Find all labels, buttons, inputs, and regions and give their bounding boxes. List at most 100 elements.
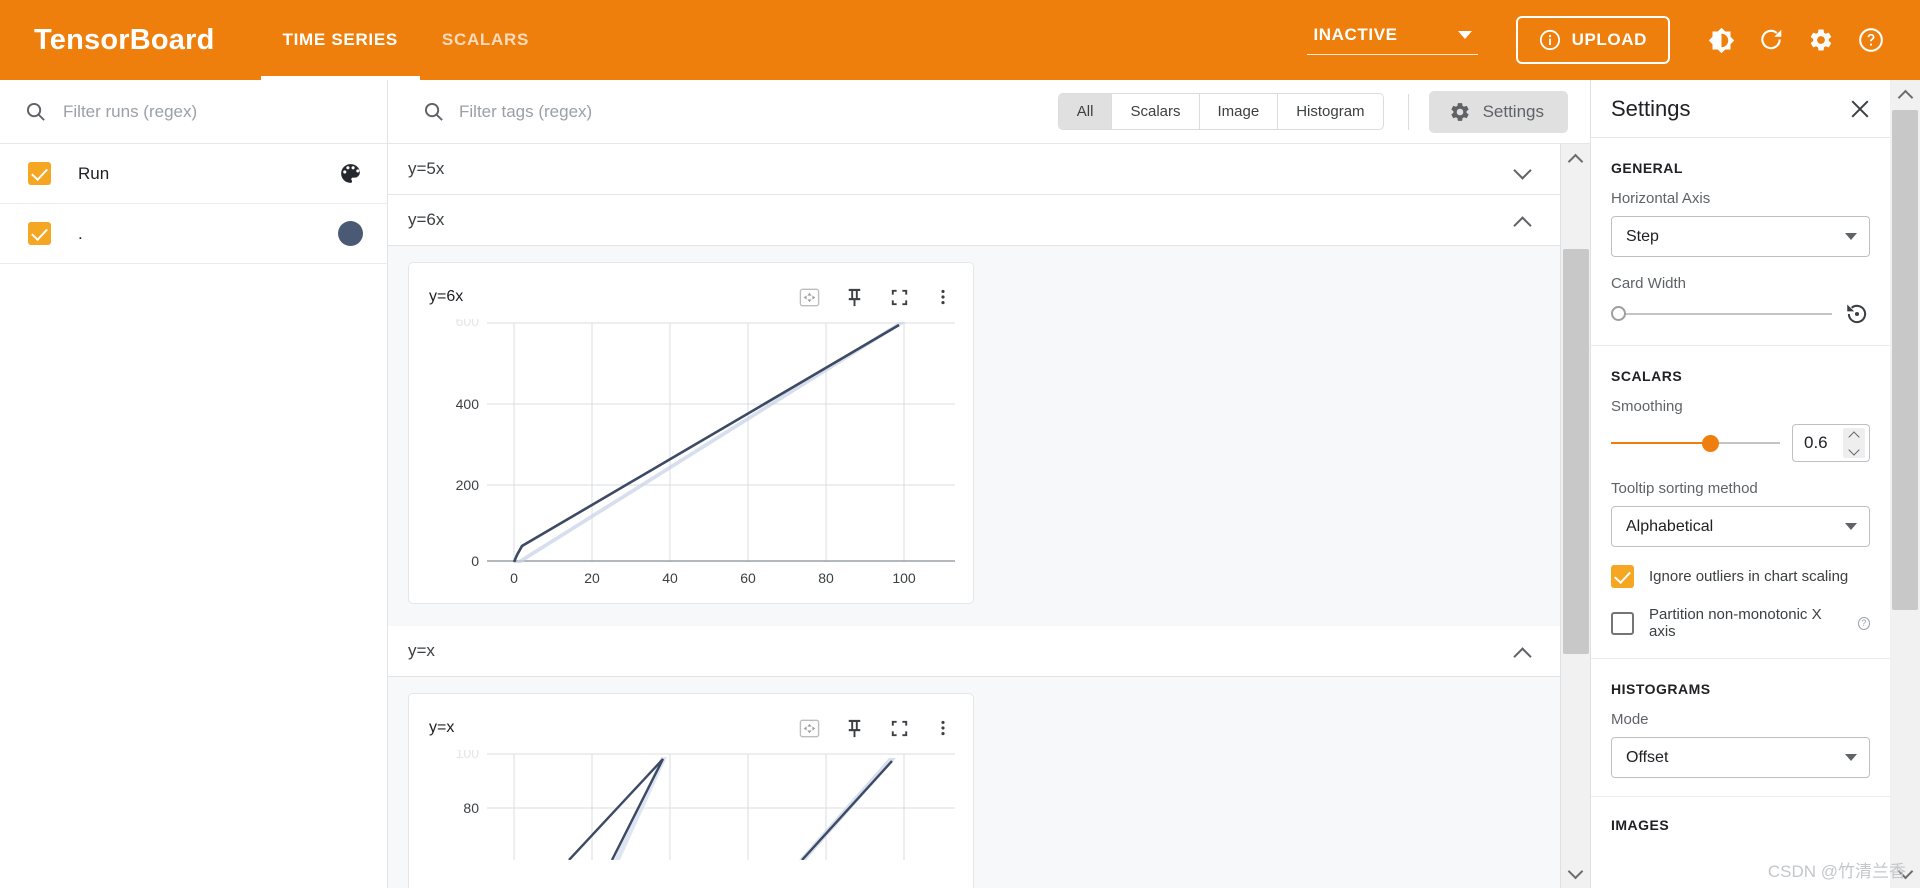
settings-toggle-button[interactable]: Settings bbox=[1428, 90, 1568, 133]
tab-scalars[interactable]: SCALARS bbox=[420, 0, 551, 80]
runs-sidebar: Run . bbox=[0, 80, 388, 888]
chevron-up-icon[interactable] bbox=[1515, 643, 1532, 660]
settings-scrollbar-track[interactable] bbox=[1890, 110, 1920, 858]
runs-filter-input[interactable] bbox=[63, 101, 363, 122]
chevron-down-icon bbox=[1845, 233, 1857, 240]
svg-text:0: 0 bbox=[471, 553, 479, 569]
svg-text:100: 100 bbox=[456, 750, 480, 761]
settings-scroll-up-button[interactable] bbox=[1890, 80, 1920, 110]
tab-time-series[interactable]: TIME SERIES bbox=[260, 0, 421, 80]
card-header: y=x bbox=[429, 710, 953, 746]
line-chart: 0 200 400 600 0 20 40 60 80 100 bbox=[456, 319, 955, 585]
color-swatch[interactable] bbox=[337, 221, 363, 246]
fullscreen-icon[interactable] bbox=[888, 717, 911, 740]
scrollbar-track[interactable] bbox=[1561, 174, 1591, 858]
brightness-icon[interactable] bbox=[1696, 15, 1746, 65]
chart-plot-y6x[interactable]: 0 200 400 600 0 20 40 60 80 100 bbox=[429, 319, 955, 585]
close-icon[interactable] bbox=[1848, 97, 1872, 121]
chart-plot-yx[interactable]: 80 100 bbox=[429, 750, 955, 888]
scalar-card-yx: y=x 80 100 bbox=[408, 693, 974, 888]
run-checkbox[interactable] bbox=[28, 222, 51, 245]
run-color-control[interactable] bbox=[313, 161, 387, 186]
reload-icon[interactable] bbox=[1746, 15, 1796, 65]
card-width-slider[interactable] bbox=[1611, 303, 1832, 325]
chevron-down-icon[interactable] bbox=[1848, 443, 1860, 456]
histogram-mode-value: Offset bbox=[1626, 748, 1669, 766]
horizontal-axis-label: Horizontal Axis bbox=[1611, 190, 1711, 207]
tags-filter-input[interactable] bbox=[459, 101, 1044, 122]
list-item[interactable]: . bbox=[0, 204, 387, 264]
scroll-down-button[interactable] bbox=[1561, 858, 1591, 888]
fullscreen-icon[interactable] bbox=[888, 286, 911, 309]
upload-button[interactable]: UPLOAD bbox=[1515, 16, 1670, 64]
svg-text:80: 80 bbox=[818, 570, 834, 585]
partition-row[interactable]: Partition non-monotonic X axis ? bbox=[1611, 606, 1870, 640]
run-checkbox[interactable] bbox=[28, 162, 51, 185]
smoothing-number-input[interactable]: 0.6 bbox=[1792, 424, 1870, 462]
filter-all[interactable]: All bbox=[1058, 94, 1113, 129]
pin-icon[interactable] bbox=[843, 286, 866, 309]
more-vert-icon[interactable] bbox=[933, 717, 953, 739]
reset-icon[interactable] bbox=[1844, 301, 1870, 327]
gear-icon[interactable] bbox=[1796, 15, 1846, 65]
smoothing-slider[interactable] bbox=[1611, 432, 1780, 454]
svg-text:20: 20 bbox=[584, 570, 600, 585]
settings-scrollbar[interactable] bbox=[1890, 80, 1920, 888]
help-icon[interactable] bbox=[1846, 15, 1896, 65]
filter-image[interactable]: Image bbox=[1199, 94, 1279, 129]
main-scrollbar[interactable] bbox=[1560, 144, 1590, 888]
settings-title: Settings bbox=[1611, 95, 1691, 121]
slider-knob[interactable] bbox=[1611, 306, 1626, 321]
ignore-outliers-label: Ignore outliers in chart scaling bbox=[1649, 568, 1849, 585]
tag-group-yx: y=x bbox=[388, 626, 1560, 677]
chevron-down-icon bbox=[1897, 863, 1913, 879]
group-header-y6x[interactable]: y=6x bbox=[388, 195, 1560, 245]
fit-to-data-icon[interactable] bbox=[798, 286, 821, 309]
histogram-mode-select[interactable]: Offset bbox=[1611, 737, 1870, 778]
tooltip-sort-select[interactable]: Alphabetical bbox=[1611, 506, 1870, 547]
card-title: y=x bbox=[429, 719, 455, 736]
svg-text:600: 600 bbox=[456, 319, 480, 329]
palette-icon[interactable] bbox=[338, 161, 363, 186]
slider-knob[interactable] bbox=[1702, 435, 1720, 452]
cards-scroll-container[interactable]: y=5x y=6x y=6x 0 200 400 600 0 20 40 60 … bbox=[388, 144, 1560, 888]
fit-to-data-icon[interactable] bbox=[798, 717, 821, 740]
scrollbar-thumb[interactable] bbox=[1562, 249, 1589, 654]
search-icon bbox=[26, 102, 45, 121]
run-color-control[interactable] bbox=[313, 221, 387, 246]
histogram-mode-label: Mode bbox=[1611, 711, 1649, 728]
help-icon[interactable]: ? bbox=[1857, 616, 1870, 630]
svg-text:60: 60 bbox=[740, 570, 756, 585]
slider-track bbox=[1611, 313, 1832, 315]
filter-histogram[interactable]: Histogram bbox=[1278, 94, 1383, 129]
smoothing-label: Smoothing bbox=[1611, 398, 1683, 415]
chevron-up-icon[interactable] bbox=[1848, 430, 1860, 443]
filter-scalars[interactable]: Scalars bbox=[1112, 94, 1200, 129]
settings-scroll-down-button[interactable] bbox=[1890, 858, 1920, 888]
group-header-y5x[interactable]: y=5x bbox=[388, 144, 1560, 194]
chevron-down-icon bbox=[1457, 31, 1472, 39]
scroll-up-button[interactable] bbox=[1561, 144, 1591, 174]
card-header: y=6x bbox=[429, 279, 953, 315]
section-title: IMAGES bbox=[1611, 817, 1670, 833]
partition-checkbox[interactable] bbox=[1611, 611, 1634, 635]
group-header-yx[interactable]: y=x bbox=[388, 626, 1560, 676]
chevron-down-icon[interactable] bbox=[1515, 161, 1532, 178]
partition-label: Partition non-monotonic X axis bbox=[1649, 606, 1822, 640]
settings-scrollbar-thumb[interactable] bbox=[1892, 110, 1918, 610]
info-icon bbox=[1539, 29, 1560, 51]
run-status-dropdown[interactable]: INACTIVE bbox=[1307, 25, 1478, 55]
brand-title: TensorBoard bbox=[34, 23, 215, 56]
more-vert-icon[interactable] bbox=[933, 286, 953, 308]
quantity-stepper[interactable] bbox=[1843, 428, 1865, 458]
ignore-outliers-row[interactable]: Ignore outliers in chart scaling bbox=[1611, 565, 1870, 588]
svg-text:400: 400 bbox=[456, 396, 480, 412]
list-item[interactable]: Run bbox=[0, 144, 387, 204]
group-title: y=6x bbox=[408, 210, 445, 229]
ignore-outliers-checkbox[interactable] bbox=[1611, 565, 1634, 588]
horizontal-axis-select[interactable]: Step bbox=[1611, 216, 1870, 257]
pin-icon[interactable] bbox=[843, 717, 866, 740]
chevron-down-icon bbox=[1845, 523, 1857, 530]
search-icon bbox=[424, 102, 443, 121]
chevron-up-icon[interactable] bbox=[1515, 212, 1532, 229]
